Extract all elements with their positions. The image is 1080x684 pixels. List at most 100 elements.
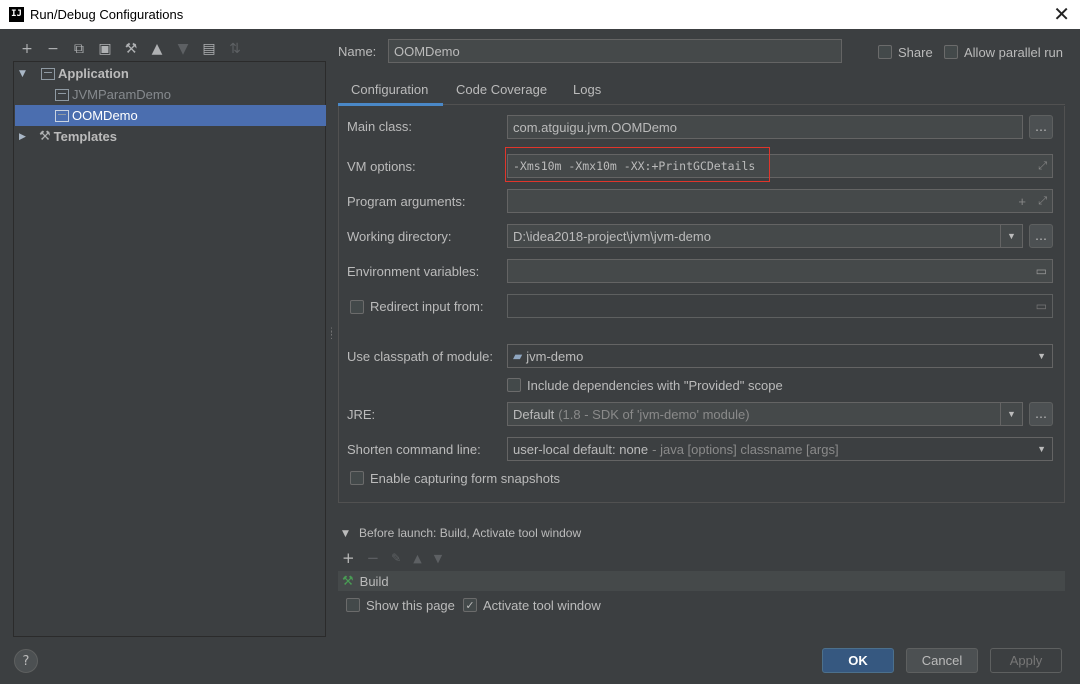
- jre-hint: (1.8 - SDK of 'jvm-demo' module): [558, 406, 750, 422]
- redirect-input-field[interactable]: ▭: [507, 294, 1053, 318]
- title-bar: IJ Run/Debug Configurations ✕: [0, 0, 1080, 29]
- ok-button[interactable]: OK: [822, 648, 894, 673]
- remove-icon[interactable]: −: [367, 549, 380, 567]
- close-icon[interactable]: ✕: [1053, 4, 1070, 24]
- tab-code-coverage[interactable]: Code Coverage: [456, 82, 547, 97]
- wrench-icon: ⚒: [39, 129, 51, 144]
- allow-parallel-label: Allow parallel run: [964, 45, 1063, 60]
- include-dependencies-label: Include dependencies with "Provided" sco…: [527, 378, 783, 393]
- intellij-logo-icon: IJ: [9, 7, 24, 22]
- annotation-highlight-box: [505, 147, 770, 182]
- vm-options-label: VM options:: [347, 159, 416, 174]
- configurations-tree[interactable]: ▼ Application JVMParamDemo OOMDemo ▶ ⚒ T…: [13, 61, 326, 637]
- form-snapshots-label: Enable capturing form snapshots: [370, 471, 561, 486]
- jre-value: Default: [513, 406, 555, 422]
- share-label: Share: [898, 45, 933, 60]
- name-label: Name:: [338, 44, 377, 59]
- remove-icon[interactable]: −: [40, 39, 66, 59]
- classpath-module-value: jvm-demo: [526, 348, 584, 364]
- before-launch-header: Before launch: Build, Activate tool wind…: [359, 526, 582, 540]
- sort-icon[interactable]: ⇅: [222, 39, 248, 59]
- expand-arrow-icon[interactable]: ▼: [19, 69, 29, 79]
- show-this-page-label: Show this page: [366, 598, 455, 613]
- shorten-command-line-select[interactable]: user-local default: none - java [options…: [507, 437, 1053, 461]
- cancel-button[interactable]: Cancel: [906, 648, 978, 673]
- shorten-command-line-value: user-local default: none: [513, 441, 649, 457]
- tree-item-label: Application: [58, 66, 129, 81]
- module-icon: ▰: [513, 349, 523, 363]
- shorten-command-line-label: Shorten command line:: [347, 442, 481, 457]
- tab-logs[interactable]: Logs: [573, 82, 601, 97]
- move-up-icon[interactable]: ▲: [413, 552, 421, 565]
- tree-item-label: OOMDemo: [72, 108, 138, 123]
- program-arguments-label: Program arguments:: [347, 194, 466, 209]
- before-launch-task-label: Build: [359, 573, 389, 589]
- move-down-icon[interactable]: ▼: [170, 39, 196, 59]
- before-launch-toolbar: + − ✎ ▲ ▼: [342, 549, 442, 567]
- redirect-input-label: Redirect input from:: [370, 299, 484, 314]
- share-checkbox[interactable]: [878, 45, 892, 59]
- environment-variables-input[interactable]: ▭: [507, 259, 1053, 283]
- expand-icon[interactable]: ⤢: [1038, 159, 1047, 173]
- tree-toolbar: + − ⧉ ▣ ⚒ ▲ ▼ ▤ ⇅: [14, 39, 248, 59]
- run-config-icon: [55, 109, 69, 122]
- splitter-handle[interactable]: ⋮ ⋮: [327, 328, 336, 341]
- classpath-module-select[interactable]: ▰ jvm-demo ▼: [507, 344, 1053, 368]
- tree-item-oomdemo[interactable]: OOMDemo: [15, 105, 326, 126]
- help-button[interactable]: ?: [14, 649, 38, 673]
- before-launch-task-row[interactable]: ⚒ Build: [338, 571, 1065, 591]
- folder-icon[interactable]: ▭: [1036, 264, 1047, 278]
- expand-icon[interactable]: ⤢: [1038, 195, 1047, 208]
- main-class-input[interactable]: com.atguigu.jvm.OOMDemo: [507, 115, 1023, 139]
- collapse-arrow-icon[interactable]: ▶: [19, 132, 29, 142]
- include-dependencies-checkbox[interactable]: [507, 378, 521, 392]
- apply-button[interactable]: Apply: [990, 648, 1062, 673]
- new-folder-icon[interactable]: ▤: [196, 39, 222, 59]
- add-icon[interactable]: +: [14, 39, 40, 59]
- working-directory-browse-button[interactable]: …: [1029, 224, 1053, 248]
- add-icon[interactable]: +: [342, 549, 355, 567]
- move-down-icon[interactable]: ▼: [434, 552, 442, 565]
- tree-item-application[interactable]: ▼ Application: [15, 63, 326, 84]
- redirect-input-checkbox[interactable]: [350, 300, 364, 314]
- wrench-icon[interactable]: ⚒: [118, 39, 144, 59]
- folder-icon[interactable]: ▭: [1036, 299, 1047, 313]
- collapse-arrow-icon[interactable]: ▼: [342, 529, 349, 539]
- application-icon: [41, 67, 55, 80]
- working-directory-label: Working directory:: [347, 229, 452, 244]
- shorten-command-line-hint: - java [options] classname [args]: [652, 441, 839, 457]
- add-macro-icon[interactable]: +: [1018, 194, 1026, 209]
- form-snapshots-checkbox[interactable]: [350, 471, 364, 485]
- copy-icon[interactable]: ⧉: [66, 39, 92, 59]
- jre-label: JRE:: [347, 407, 376, 422]
- tabs-divider: [338, 104, 1065, 105]
- edit-icon[interactable]: ✎: [391, 551, 401, 565]
- main-class-browse-button[interactable]: …: [1029, 115, 1053, 139]
- tab-configuration[interactable]: Configuration: [351, 82, 428, 97]
- working-directory-value: D:\idea2018-project\jvm\jvm-demo: [513, 228, 711, 244]
- working-directory-input[interactable]: D:\idea2018-project\jvm\jvm-demo ▼: [507, 224, 1023, 248]
- environment-variables-label: Environment variables:: [347, 264, 480, 279]
- tree-item-jvmparamdemo[interactable]: JVMParamDemo: [15, 84, 326, 105]
- name-input[interactable]: OOMDemo: [388, 39, 842, 63]
- jre-browse-button[interactable]: …: [1029, 402, 1053, 426]
- main-class-label: Main class:: [347, 119, 413, 134]
- run-config-icon: [55, 88, 69, 101]
- window-title: Run/Debug Configurations: [30, 7, 184, 22]
- show-this-page-checkbox[interactable]: [346, 598, 360, 612]
- tree-item-templates[interactable]: ▶ ⚒ Templates: [15, 126, 326, 147]
- chevron-down-icon[interactable]: ▼: [1037, 444, 1046, 454]
- chevron-down-icon[interactable]: ▼: [1000, 225, 1022, 247]
- activate-tool-window-label: Activate tool window: [483, 598, 601, 613]
- chevron-down-icon[interactable]: ▼: [1037, 351, 1046, 361]
- classpath-module-label: Use classpath of module:: [347, 349, 493, 364]
- chevron-down-icon[interactable]: ▼: [1000, 403, 1022, 425]
- jre-select[interactable]: Default (1.8 - SDK of 'jvm-demo' module)…: [507, 402, 1023, 426]
- program-arguments-input[interactable]: + ⤢: [507, 189, 1053, 213]
- allow-parallel-checkbox[interactable]: [944, 45, 958, 59]
- hammer-icon: ⚒: [342, 573, 354, 589]
- tree-item-label: Templates: [53, 129, 117, 144]
- save-icon[interactable]: ▣: [92, 39, 118, 59]
- activate-tool-window-checkbox[interactable]: ✓: [463, 598, 477, 612]
- move-up-icon[interactable]: ▲: [144, 39, 170, 59]
